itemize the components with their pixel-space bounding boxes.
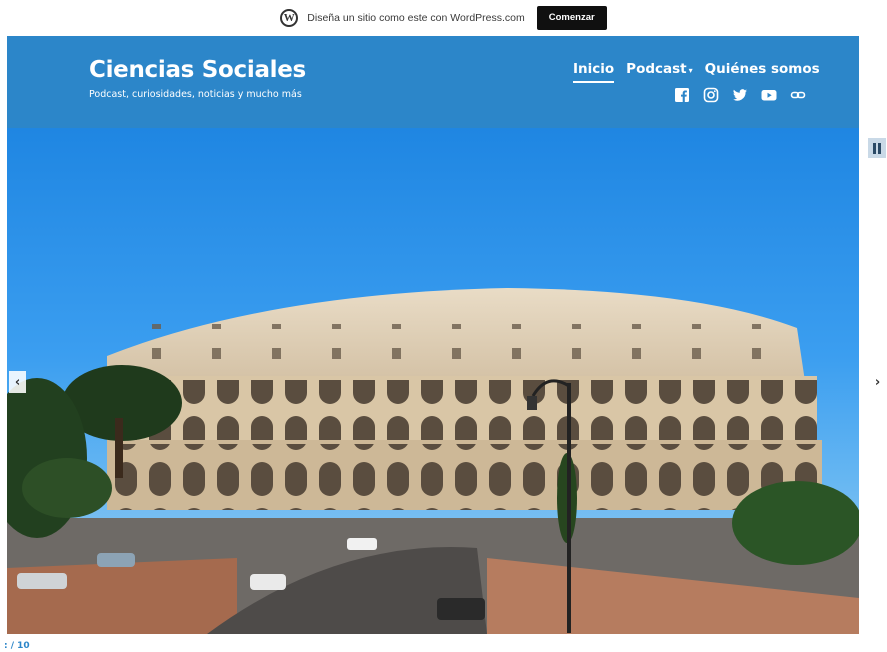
nav-item-podcast[interactable]: Podcast ▾ [626, 61, 692, 77]
wordpress-promo-bar: W Diseña un sitio como este con WordPres… [0, 0, 887, 36]
main-navigation: Inicio Podcast ▾ Quiénes somos [573, 61, 820, 83]
link-icon[interactable] [790, 87, 806, 103]
hero-slide-image [7, 128, 859, 634]
instagram-icon[interactable] [703, 87, 719, 103]
comenzar-button[interactable]: Comenzar [536, 6, 607, 30]
nav-item-quienes-somos[interactable]: Quiénes somos [705, 61, 820, 77]
nav-item-label: Podcast [626, 61, 687, 77]
wordpress-icon: W [280, 9, 299, 27]
site-title[interactable]: Ciencias Sociales [89, 57, 306, 83]
youtube-icon[interactable] [761, 87, 777, 103]
nav-item-label: Inicio [573, 61, 615, 77]
slide-counter: : / 10 [4, 641, 30, 651]
site-tagline: Podcast, curiosidades, noticias y mucho … [89, 89, 302, 100]
nav-item-inicio[interactable]: Inicio [573, 61, 615, 83]
nav-item-label: Quiénes somos [704, 61, 820, 77]
next-arrow-icon[interactable]: › [869, 371, 886, 393]
caret-down-icon: ▾ [688, 66, 693, 75]
facebook-icon[interactable] [674, 87, 690, 103]
promo-text: Diseña un sitio como este con WordPress.… [307, 12, 525, 24]
site-header: Ciencias Sociales Podcast, curiosidades,… [7, 36, 859, 128]
prev-arrow-icon[interactable]: ‹ [9, 371, 26, 393]
twitter-icon[interactable] [732, 87, 748, 103]
social-links [674, 87, 806, 103]
pause-icon[interactable] [868, 138, 886, 158]
